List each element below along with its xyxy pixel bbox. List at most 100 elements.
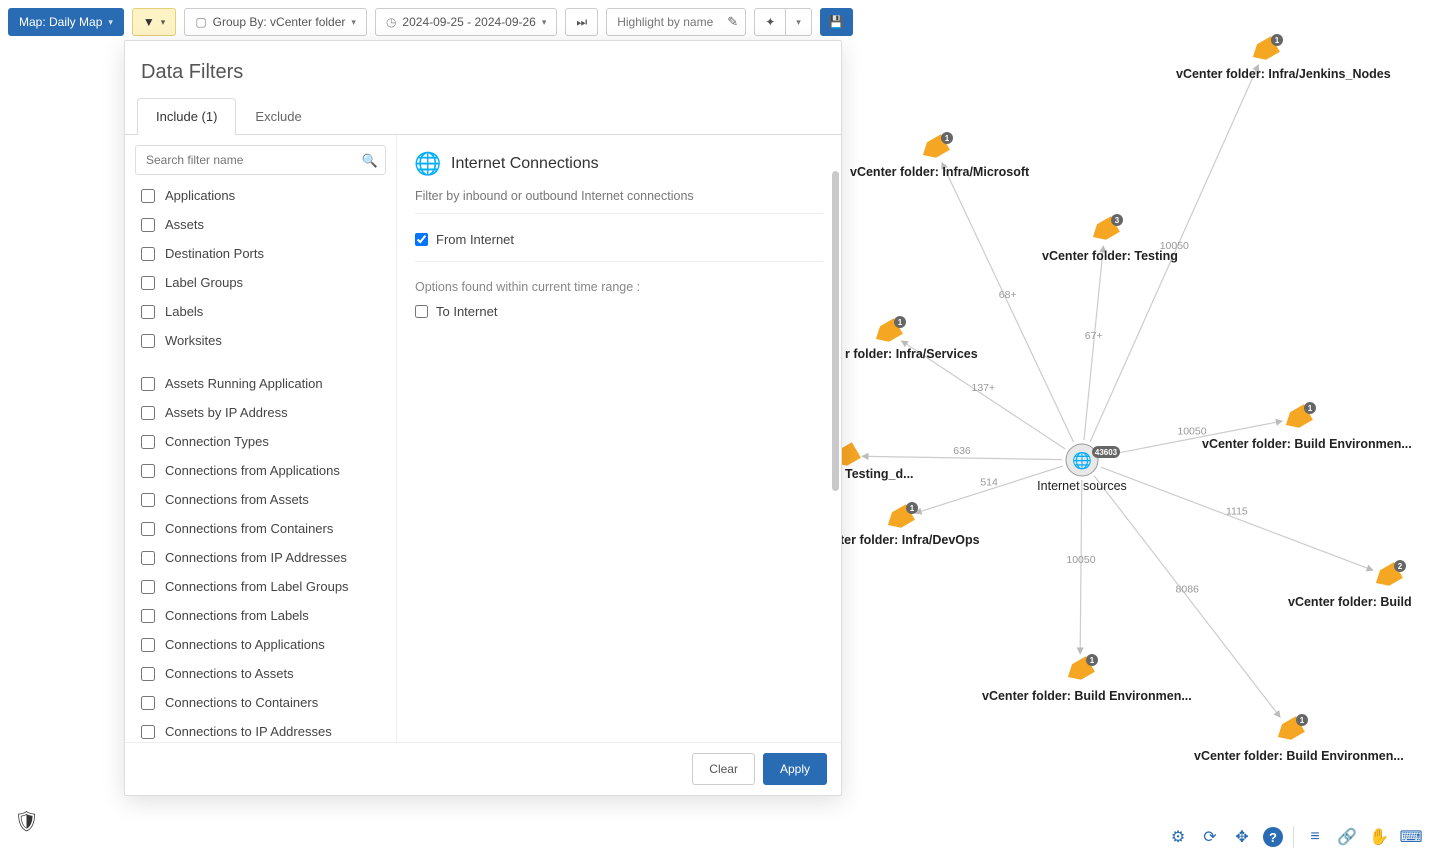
pencil-icon[interactable]: ✎ <box>727 14 738 30</box>
link-icon[interactable]: 🔗 <box>1336 826 1358 848</box>
filter-checkbox[interactable] <box>141 406 155 420</box>
options-note: Options found within current time range … <box>415 280 823 294</box>
filter-label: Connection Types <box>165 434 269 449</box>
filter-label: Connections to Containers <box>165 695 318 710</box>
filter-label: Connections from Assets <box>165 492 309 507</box>
filter-item[interactable]: Connections to IP Addresses <box>125 717 396 742</box>
svg-text:1: 1 <box>945 134 950 143</box>
settings-icon[interactable]: ⚙ <box>1167 826 1189 848</box>
graph-node[interactable]: 2vCenter folder: Build <box>1288 560 1412 609</box>
filter-checkbox[interactable] <box>141 609 155 623</box>
layout-dropdown[interactable]: ▾ <box>786 8 812 36</box>
globe-icon: 🌐 <box>415 151 441 177</box>
filter-checkbox[interactable] <box>141 218 155 232</box>
filter-checkbox[interactable] <box>141 247 155 261</box>
filter-item[interactable]: Connections from Assets <box>125 485 396 514</box>
fit-icon[interactable]: ✥ <box>1231 826 1253 848</box>
filter-detail: 🌐 Internet Connections Filter by inbound… <box>397 135 841 742</box>
date-range-dropdown[interactable]: ◷ 2024-09-25 - 2024-09-26 ▾ <box>375 8 557 36</box>
filter-checkbox[interactable] <box>141 696 155 710</box>
filter-checkbox[interactable] <box>141 305 155 319</box>
list-icon[interactable]: ≡ <box>1304 826 1326 848</box>
svg-text:vCenter folder: Testing: vCenter folder: Testing <box>1042 249 1178 263</box>
filter-checkbox[interactable] <box>141 667 155 681</box>
filter-item[interactable]: Assets <box>125 210 396 239</box>
filter-item[interactable]: Connections from Labels <box>125 601 396 630</box>
filter-item[interactable]: Assets by IP Address <box>125 398 396 427</box>
save-button[interactable]: 💾 <box>820 8 853 36</box>
graph-node[interactable]: 1r folder: Infra/Services <box>845 316 978 361</box>
to-internet-row[interactable]: To Internet <box>415 304 823 319</box>
graph-node[interactable]: 1vCenter folder: Infra/Microsoft <box>850 132 1030 179</box>
layout-button[interactable]: ✦ <box>754 8 786 36</box>
graph-node[interactable]: 1ter folder: Infra/DevOps <box>840 502 980 547</box>
hand-icon[interactable]: ✋ <box>1368 826 1390 848</box>
svg-text:vCenter folder: Infra/Jenkins_: vCenter folder: Infra/Jenkins_Nodes <box>1176 67 1391 81</box>
filter-icon: ▼ <box>143 15 155 29</box>
filter-item[interactable]: Destination Ports <box>125 239 396 268</box>
save-icon: 💾 <box>829 15 844 29</box>
graph-node[interactable]: 1vCenter folder: Build Environmen... <box>982 654 1192 703</box>
filter-label: Connections from Label Groups <box>165 579 349 594</box>
filter-item[interactable]: Connections from Label Groups <box>125 572 396 601</box>
help-icon[interactable]: ? <box>1263 827 1283 847</box>
filter-item[interactable]: Connections to Applications <box>125 630 396 659</box>
filter-item[interactable]: Labels <box>125 297 396 326</box>
group-by-dropdown[interactable]: ▢ Group By: vCenter folder ▾ <box>184 8 367 36</box>
to-internet-checkbox[interactable] <box>415 305 428 318</box>
highlight-input[interactable] <box>606 8 746 36</box>
filter-item[interactable]: Connections to Containers <box>125 688 396 717</box>
filter-search-input[interactable] <box>135 145 386 175</box>
from-internet-checkbox[interactable] <box>415 233 428 246</box>
filter-checkbox[interactable] <box>141 189 155 203</box>
filter-label: Connections from Applications <box>165 463 340 478</box>
filter-button[interactable]: ▼ ▾ <box>132 8 176 36</box>
scrollbar[interactable] <box>832 171 839 491</box>
filter-label: Worksites <box>165 333 222 348</box>
apply-button[interactable]: Apply <box>763 753 827 785</box>
filter-checkbox[interactable] <box>141 551 155 565</box>
filter-checkbox[interactable] <box>141 464 155 478</box>
graph-node[interactable]: 1vCenter folder: Build Environmen... <box>1202 402 1412 451</box>
clear-button[interactable]: Clear <box>692 753 755 785</box>
filter-item[interactable]: Connections to Assets <box>125 659 396 688</box>
filter-checkbox[interactable] <box>141 580 155 594</box>
filter-item[interactable]: Connection Types <box>125 427 396 456</box>
graph-node[interactable]: 1vCenter folder: Infra/Jenkins_Nodes <box>1176 34 1391 81</box>
tab-include[interactable]: Include (1) <box>137 98 236 135</box>
filter-label: Connections to IP Addresses <box>165 724 332 739</box>
map-dropdown[interactable]: Map: Daily Map ▾ <box>8 8 124 36</box>
from-internet-row[interactable]: From Internet <box>415 232 823 247</box>
filter-item[interactable]: Label Groups <box>125 268 396 297</box>
filter-label: Connections to Assets <box>165 666 294 681</box>
refresh-icon[interactable]: ⟳ <box>1199 826 1221 848</box>
highlight-search: ✎ <box>606 8 746 36</box>
filter-label: Assets by IP Address <box>165 405 288 420</box>
graph-node[interactable]: 1vCenter folder: Build Environmen... <box>1194 714 1404 763</box>
keyboard-icon[interactable]: ⌨ <box>1400 826 1422 848</box>
graph-node[interactable]: 3vCenter folder: Testing <box>1042 214 1178 263</box>
filter-checkbox[interactable] <box>141 435 155 449</box>
filter-checkbox[interactable] <box>141 493 155 507</box>
filter-label: Connections from IP Addresses <box>165 550 347 565</box>
shield-icon[interactable]: 🛡 <box>14 809 39 834</box>
globe-icon: 🌐 <box>1072 451 1092 470</box>
from-internet-label: From Internet <box>436 232 514 247</box>
filter-checkbox[interactable] <box>141 276 155 290</box>
filter-item[interactable]: Assets Running Application <box>125 369 396 398</box>
filter-label: Assets <box>165 217 204 232</box>
tab-exclude[interactable]: Exclude <box>236 98 320 134</box>
filter-checkbox[interactable] <box>141 725 155 739</box>
filter-item[interactable]: Connections from Applications <box>125 456 396 485</box>
node-internet-sources[interactable]: 🌐 43603 Internet sources <box>1037 444 1127 493</box>
filter-checkbox[interactable] <box>141 638 155 652</box>
panel-footer: Clear Apply <box>125 742 841 795</box>
filter-item[interactable]: Worksites <box>125 326 396 355</box>
filter-item[interactable]: Applications <box>125 181 396 210</box>
filter-checkbox[interactable] <box>141 522 155 536</box>
filter-item[interactable]: Connections from Containers <box>125 514 396 543</box>
filter-checkbox[interactable] <box>141 377 155 391</box>
filter-item[interactable]: Connections from IP Addresses <box>125 543 396 572</box>
filter-checkbox[interactable] <box>141 334 155 348</box>
fast-forward-button[interactable]: ⏭ <box>565 8 598 36</box>
